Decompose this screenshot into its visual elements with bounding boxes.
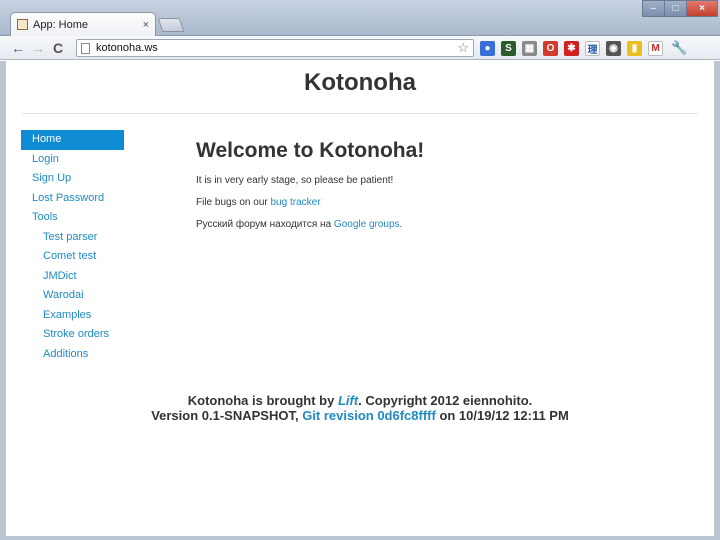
star-icon[interactable]: ☆ [457,40,469,56]
footer-copyright: . Copyright 2012 eiennohito. [358,393,533,408]
footer-line-1: Kotonoha is brought by Lift. Copyright 2… [6,393,714,408]
page-icon [81,42,90,54]
sidebar-item-comet-test[interactable]: Comet test [21,247,124,267]
lift-link[interactable]: Lift [338,393,358,408]
footer-line-2: Version 0.1-SNAPSHOT, Git revision 0d6fc… [6,408,714,423]
build-date-text: on 10/19/12 12:11 PM [435,408,569,423]
wrench-icon[interactable]: 🔧 [671,40,687,56]
shield-extension-icon[interactable]: ◉ [606,40,621,56]
sidebar-nav: Home Login Sign Up Lost Password Tools Test p… [21,130,124,364]
screenshot-extension-icon[interactable]: S [501,40,516,56]
bug-tracker-paragraph: File bugs on our bug tracker [196,196,676,218]
reload-button[interactable]: C [48,38,68,58]
page-footer: Kotonoha is brought by Lift. Copyright 2… [6,393,714,423]
address-bar[interactable]: kotonoha.ws ☆ [76,39,474,57]
forum-prefix: Русский форум находится на [196,219,334,230]
sidebar-item-lost-password[interactable]: Lost Password [21,189,124,209]
opera-extension-icon[interactable]: O [543,40,558,56]
sidebar-item-warodai[interactable]: Warodai [21,286,124,306]
version-text: Version 0.1-SNAPSHOT, [151,408,303,423]
kanji-extension-icon[interactable]: 理 [585,40,600,56]
close-tab-icon[interactable]: × [143,19,149,31]
forum-paragraph: Русский форум находится на Google groups… [196,218,676,240]
clipboard-extension-icon[interactable]: ▮ [627,40,642,56]
sidebar-item-examples[interactable]: Examples [21,306,124,326]
maximize-window-button[interactable]: □ [664,0,686,17]
bug-tracker-link[interactable]: bug tracker [271,197,321,208]
new-tab-button[interactable] [157,18,185,32]
tab-title: App: Home [33,18,89,31]
browser-titlebar: App: Home × – □ × [0,0,720,36]
url-text[interactable]: kotonoha.ws [96,42,457,54]
main-content: Welcome to Kotonoha! It is in very early… [196,139,676,240]
google-groups-link[interactable]: Google groups [334,219,400,230]
extension-bar: ● S ▦ O ✱ 理 ◉ ▮ M 🔧 [480,40,687,56]
chrome-extension-globe-icon[interactable]: ● [480,40,495,56]
browser-toolbar: ← → C kotonoha.ws ☆ ● S ▦ O ✱ 理 ◉ ▮ M 🔧 [0,36,720,60]
sidebar-item-jmdict[interactable]: JMDict [21,267,124,287]
site-title: Kotonoha [304,69,416,96]
forward-button[interactable]: → [28,38,48,58]
red-star-extension-icon[interactable]: ✱ [564,40,579,56]
forum-suffix: . [399,219,403,230]
sidebar-item-test-parser[interactable]: Test parser [21,228,124,248]
footer-credit-prefix: Kotonoha is brought by [187,393,338,408]
welcome-heading: Welcome to Kotonoha! [196,139,425,162]
gmail-extension-icon[interactable]: M [648,40,663,56]
header-divider [22,113,698,114]
sidebar-item-tools[interactable]: Tools [21,208,124,228]
sidebar-item-sign-up[interactable]: Sign Up [21,169,124,189]
sidebar-item-home[interactable]: Home [21,130,124,150]
minimize-window-button[interactable]: – [642,0,664,17]
back-button[interactable]: ← [8,38,28,58]
close-window-button[interactable]: × [686,0,718,17]
grid-extension-icon[interactable]: ▦ [522,40,537,56]
app-favicon-icon [17,19,28,30]
git-revision-link[interactable]: Git revision 0d6fc8ffff [302,408,436,423]
sidebar-item-stroke-orders[interactable]: Stroke orders [21,325,124,345]
page-viewport: Kotonoha Home Login Sign Up Lost Password To… [0,61,720,540]
sidebar-item-additions[interactable]: Additions [21,345,124,365]
notice-paragraph: It is in very early stage, so please be … [196,175,394,186]
browser-tab[interactable]: App: Home × [10,12,156,36]
bug-tracker-prefix: File bugs on our [196,197,271,208]
sidebar-item-login[interactable]: Login [21,150,124,170]
